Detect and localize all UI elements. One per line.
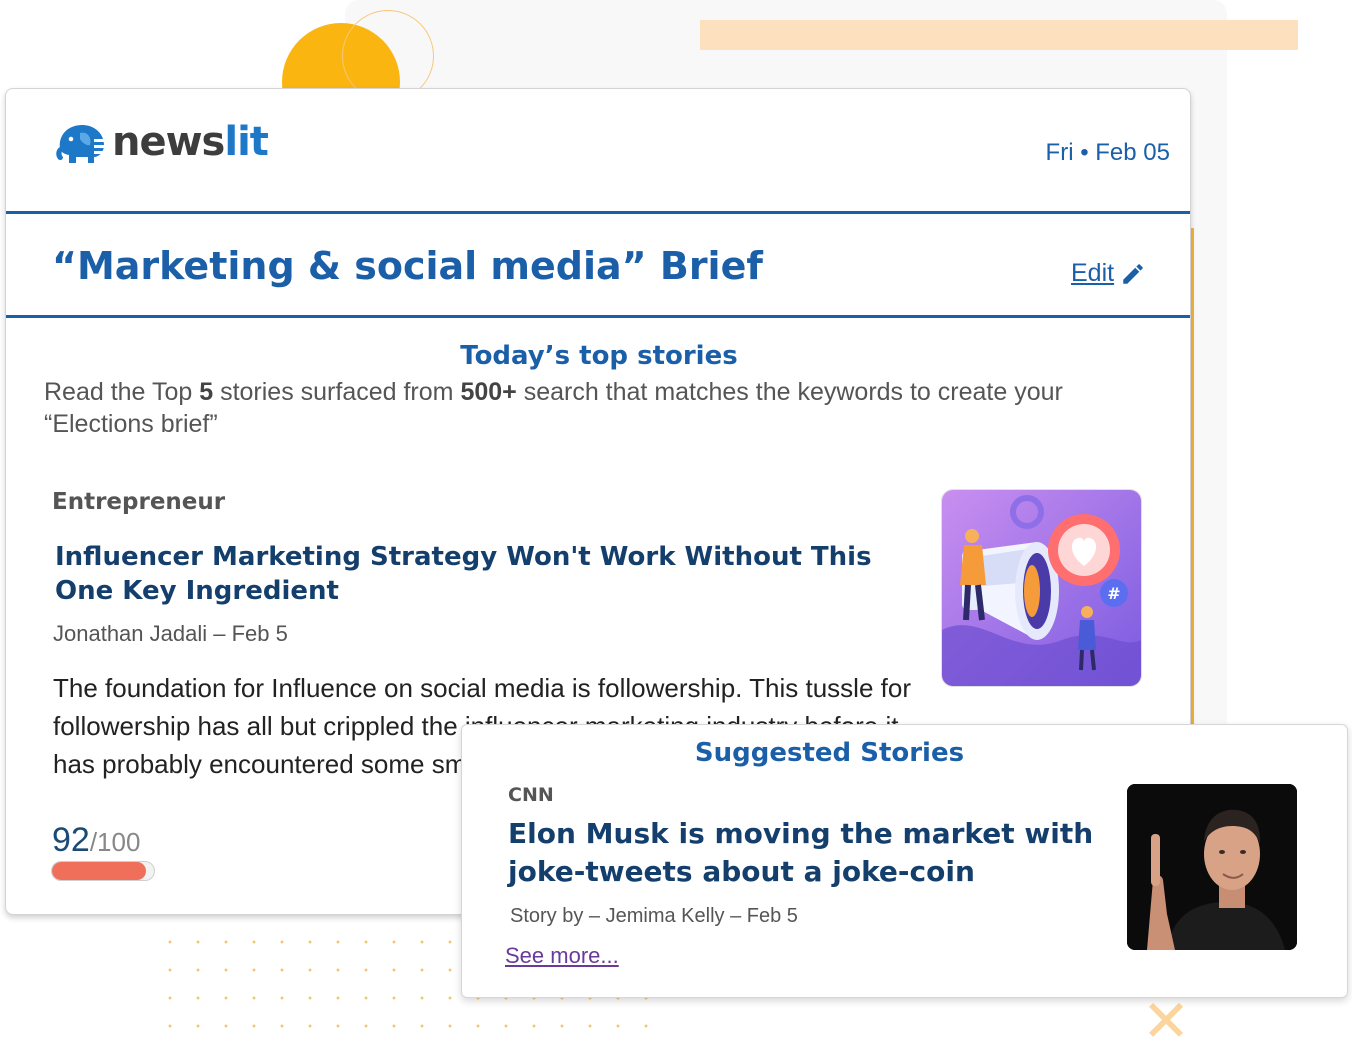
elephant-logo-icon — [56, 125, 106, 163]
intro-text-1: Read the Top — [44, 378, 200, 406]
intro-story-count: 5 — [199, 378, 214, 406]
logo-news-text: news — [112, 119, 225, 165]
score-bar — [51, 861, 155, 881]
score-bar-fill — [52, 862, 146, 880]
intro-search-count: 500+ — [460, 378, 517, 406]
decorative-cross-icon: ✕ — [1141, 987, 1191, 1055]
title-divider — [6, 315, 1190, 318]
megaphone-illustration-icon: # — [942, 490, 1141, 686]
pencil-icon — [1123, 263, 1143, 284]
edit-link[interactable]: Edit — [1071, 259, 1146, 288]
svg-text:#: # — [1107, 584, 1120, 603]
header-divider — [6, 211, 1190, 214]
header-date: Fri • Feb 05 — [1045, 139, 1170, 166]
suggested-stories-card: Suggested Stories CNN Elon Musk is movin… — [461, 724, 1348, 998]
story-byline: Jonathan Jadali – Feb 5 — [53, 621, 288, 646]
story-source: Entrepreneur — [52, 489, 226, 515]
story-headline[interactable]: Influencer Marketing Strategy Won't Work… — [55, 540, 885, 608]
decorative-vertical-rule — [1191, 228, 1194, 736]
suggested-photo[interactable] — [1127, 784, 1297, 950]
story-image[interactable]: # — [941, 489, 1142, 687]
top-stories-heading: Today’s top stories — [460, 341, 738, 371]
relevance-score: 92/100 — [52, 821, 140, 860]
decorative-bar — [700, 20, 1298, 50]
logo-lit-text: lit — [224, 119, 269, 165]
suggested-byline: Story by – Jemima Kelly – Feb 5 — [510, 905, 798, 927]
brief-title: “Marketing & social media” Brief — [52, 244, 763, 288]
logo-wordmark: newslit — [112, 119, 269, 165]
suggested-headline[interactable]: Elon Musk is moving the market with joke… — [508, 815, 1108, 891]
person-portrait-icon — [1127, 784, 1297, 950]
intro-text-2: stories surfaced from — [213, 378, 461, 406]
suggested-source: CNN — [508, 784, 554, 806]
score-max: /100 — [89, 827, 141, 857]
top-stories-intro: Read the Top 5 stories surfaced from 500… — [44, 376, 1134, 440]
suggested-heading: Suggested Stories — [694, 738, 965, 768]
see-more-link[interactable]: See more... — [505, 943, 619, 969]
score-value: 92 — [52, 821, 90, 859]
edit-label: Edit — [1071, 259, 1115, 287]
newslit-logo[interactable]: newslit — [54, 119, 269, 165]
